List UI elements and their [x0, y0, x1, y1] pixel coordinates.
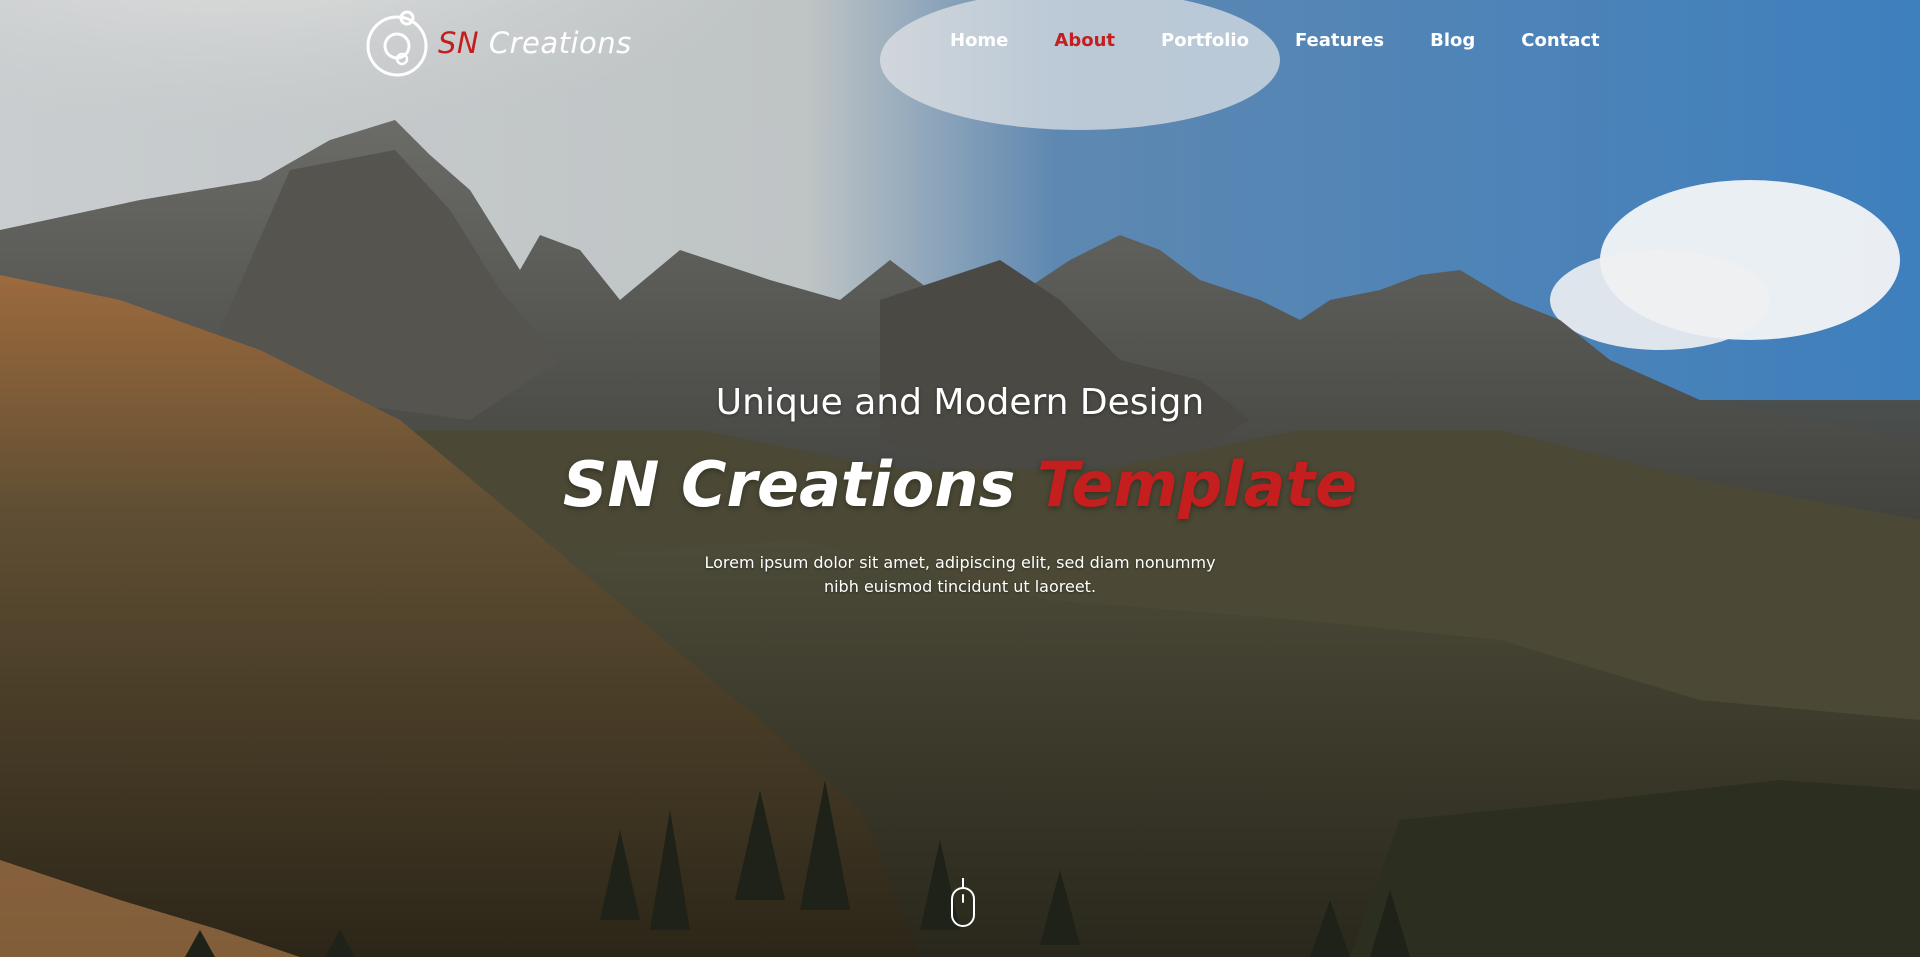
top-navigation: SN Creations Home About Portfolio Featur… [0, 0, 1920, 90]
hero-subtitle: Unique and Modern Design [715, 382, 1205, 423]
mouse-scroll-icon[interactable] [950, 878, 976, 930]
hero-title-main: SN Creations [562, 448, 1016, 521]
hero-title: SN Creations Template [0, 448, 1920, 521]
logo[interactable]: SN Creations [366, 8, 632, 78]
brand-accent: SN [438, 26, 480, 60]
main-menu: Home About Portfolio Features Blog Conta… [950, 30, 1646, 51]
hero-title-accent: Template [1037, 448, 1358, 521]
brand-name: SN Creations [438, 26, 632, 60]
nav-item-contact[interactable]: Contact [1521, 30, 1599, 51]
nav-item-features[interactable]: Features [1295, 30, 1384, 51]
hero-section: SN Creations Home About Portfolio Featur… [0, 0, 1920, 957]
brand-rest: Creations [488, 26, 632, 60]
hero-description: Lorem ipsum dolor sit amet, adipiscing e… [704, 553, 1216, 596]
nav-item-home[interactable]: Home [950, 30, 1008, 51]
nav-item-about[interactable]: About [1054, 30, 1115, 51]
circle-logo-icon [366, 10, 428, 77]
nav-item-portfolio[interactable]: Portfolio [1161, 30, 1249, 51]
nav-item-blog[interactable]: Blog [1430, 30, 1475, 51]
